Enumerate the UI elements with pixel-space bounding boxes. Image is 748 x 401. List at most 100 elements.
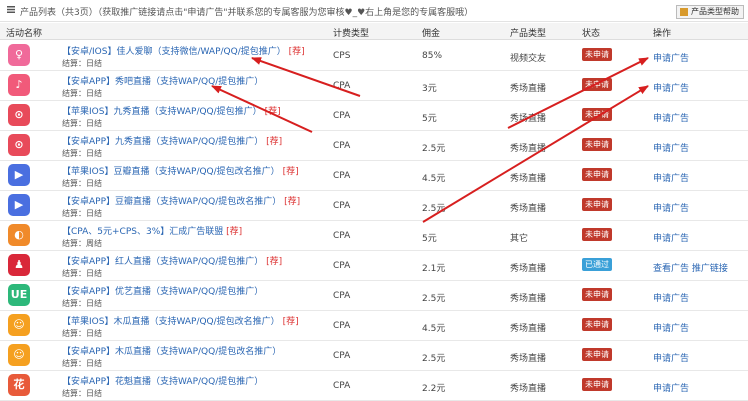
- apply-ad-link[interactable]: 申请广告: [653, 201, 689, 214]
- product-name-link[interactable]: 【安卓APP】豆瓣直播（支持WAP/QQ/提包改名推广） [荐]: [62, 194, 300, 207]
- apply-ad-link[interactable]: 查看广告 推广链接: [653, 261, 728, 274]
- status-badge: 未申请: [582, 378, 612, 391]
- help-icon: [680, 8, 688, 16]
- apply-ad-link[interactable]: 申请广告: [653, 351, 689, 364]
- apply-ad-link[interactable]: 申请广告: [653, 231, 689, 244]
- product-name-link[interactable]: 【安卓APP】木瓜直播（支持WAP/QQ/提包改名推广）: [62, 344, 281, 357]
- commission: 5元: [422, 114, 437, 124]
- product-name-link[interactable]: 【安卓APP】九秀直播（支持WAP/QQ/提包推广） [荐]: [62, 134, 282, 147]
- product-name-link[interactable]: 【苹果IOS】木瓜直播（支持WAP/QQ/提包改名推广） [荐]: [62, 314, 299, 327]
- product-name[interactable]: 【安卓APP】优艺直播（支持WAP/QQ/提包推广）: [62, 287, 263, 297]
- table-row: ▶ 【苹果IOS】豆瓣直播（支持WAP/QQ/提包改名推广） [荐] 结算：日结 CP…: [0, 161, 748, 191]
- apply-ad-link[interactable]: 申请广告: [653, 381, 689, 394]
- table-row: UE 【安卓APP】优艺直播（支持WAP/QQ/提包推广） 结算：日结 CPA 2.5…: [0, 281, 748, 311]
- product-name[interactable]: 【安卓APP】秀吧直播（支持WAP/QQ/提包推广）: [62, 77, 263, 87]
- product-type: 秀场直播: [510, 84, 547, 94]
- product-type: 秀场直播: [510, 204, 547, 214]
- orange-swirl-icon: ◐: [8, 224, 30, 246]
- orange-face-icon: ☺: [8, 314, 30, 336]
- apply-ad-link[interactable]: 申请广告: [653, 171, 689, 184]
- status-badge: 未申请: [582, 108, 612, 121]
- commission: 2.5元: [422, 144, 446, 154]
- product-name[interactable]: 【安卓APP】木瓜直播（支持WAP/QQ/提包改名推广）: [62, 347, 281, 357]
- recommend-tag: [荐]: [282, 167, 299, 177]
- commission: 2.5元: [422, 354, 446, 364]
- billing-type: CPA: [333, 111, 351, 121]
- list-icon: [7, 6, 15, 13]
- product-name-link[interactable]: 【安卓APP】红人直播（支持WAP/QQ/提包推广） [荐]: [62, 254, 282, 267]
- settlement-text: 结算：日结: [62, 269, 102, 278]
- red-pin-icon: ⊙: [8, 104, 30, 126]
- product-name-link[interactable]: 【CPA、5元+CPS、3%】汇成广告联盟 [荐]: [62, 224, 242, 237]
- product-name-link[interactable]: 【苹果IOS】豆瓣直播（支持WAP/QQ/提包改名推广） [荐]: [62, 164, 299, 177]
- table-row: ⊙ 【苹果IOS】九秀直播（支持WAP/QQ/提包推广） [荐] 结算：日结 CPA 5…: [0, 101, 748, 131]
- commission: 2.5元: [422, 204, 446, 214]
- table-header: 活动名称 计费类型 佣金 产品类型 状态 操作: [0, 23, 748, 40]
- col-billing: 计费类型: [333, 29, 370, 39]
- billing-type: CPA: [333, 351, 351, 361]
- status-badge: 未申请: [582, 228, 612, 241]
- product-name[interactable]: 【安卓APP】红人直播（支持WAP/QQ/提包推广）: [62, 257, 263, 267]
- settlement-text: 结算：日结: [62, 119, 102, 128]
- apply-ad-link[interactable]: 申请广告: [653, 291, 689, 304]
- product-name[interactable]: 【安卓APP】豆瓣直播（支持WAP/QQ/提包改名推广）: [62, 197, 281, 207]
- col-action: 操作: [653, 29, 672, 39]
- status-badge: 未申请: [582, 168, 612, 181]
- product-type: 视频交友: [510, 54, 547, 64]
- billing-type: CPA: [333, 201, 351, 211]
- settlement-text: 结算：日结: [62, 179, 102, 188]
- title-instructions: （获取推广链接请点击"申请广告"并联系您的专属客服为您审核: [97, 8, 345, 18]
- table-row: ☺ 【苹果IOS】木瓜直播（支持WAP/QQ/提包改名推广） [荐] 结算：日结 CP…: [0, 311, 748, 341]
- page-title: 产品列表（共3页）（获取推广链接请点击"申请广告"并联系您的专属客服为您审核♥_…: [20, 5, 473, 18]
- col-commission: 佣金: [422, 29, 441, 39]
- pink-anchor-icon: ♪: [8, 74, 30, 96]
- product-type: 秀场直播: [510, 384, 547, 394]
- status-badge: 已通过: [582, 258, 612, 271]
- huadong-logo-icon: 花: [8, 374, 30, 396]
- billing-type: CPA: [333, 141, 351, 151]
- product-name[interactable]: 【苹果IOS】九秀直播（支持WAP/QQ/提包推广）: [62, 107, 262, 117]
- recommend-tag: [荐]: [264, 107, 281, 117]
- table-row: ⊙ 【安卓APP】九秀直播（支持WAP/QQ/提包推广） [荐] 结算：日结 CPA 2…: [0, 131, 748, 161]
- billing-type: CPA: [333, 171, 351, 181]
- product-name-link[interactable]: 【安卓APP】优艺直播（支持WAP/QQ/提包推广）: [62, 284, 263, 297]
- settlement-text: 结算：日结: [62, 59, 102, 68]
- recommend-tag: [荐]: [266, 257, 283, 267]
- status-badge: 未申请: [582, 318, 612, 331]
- settlement-text: 结算：周结: [62, 239, 102, 248]
- product-type: 秀场直播: [510, 264, 547, 274]
- recommend-tag: [荐]: [284, 197, 301, 207]
- product-type: 秀场直播: [510, 354, 547, 364]
- settlement-text: 结算：日结: [62, 299, 102, 308]
- settlement-text: 结算：日结: [62, 89, 102, 98]
- product-name[interactable]: 【苹果IOS】豆瓣直播（支持WAP/QQ/提包改名推广）: [62, 167, 280, 177]
- billing-type: CPS: [333, 51, 351, 61]
- product-name-link[interactable]: 【安卓/IOS】佳人爱聊（支持微信/WAP/QQ/提包推广） [荐]: [62, 44, 305, 57]
- commission: 4.5元: [422, 174, 446, 184]
- product-name-link[interactable]: 【安卓APP】花魁直播（支持WAP/QQ/提包推广）: [62, 374, 263, 387]
- apply-ad-link[interactable]: 申请广告: [653, 51, 689, 64]
- apply-ad-link[interactable]: 申请广告: [653, 81, 689, 94]
- product-name[interactable]: 【安卓/IOS】佳人爱聊（支持微信/WAP/QQ/提包推广）: [62, 47, 286, 57]
- product-name-link[interactable]: 【苹果IOS】九秀直播（支持WAP/QQ/提包推广） [荐]: [62, 104, 281, 117]
- commission: 2.2元: [422, 384, 446, 394]
- product-name[interactable]: 【安卓APP】花魁直播（支持WAP/QQ/提包推广）: [62, 377, 263, 387]
- table-row: ♟ 【安卓APP】红人直播（支持WAP/QQ/提包推广） [荐] 结算：日结 CPA 2…: [0, 251, 748, 281]
- help-button-label: 产品类型帮助: [691, 7, 739, 16]
- product-name-link[interactable]: 【安卓APP】秀吧直播（支持WAP/QQ/提包推广）: [62, 74, 263, 87]
- product-name[interactable]: 【CPA、5元+CPS、3%】汇成广告联盟: [62, 227, 223, 237]
- product-name[interactable]: 【安卓APP】九秀直播（支持WAP/QQ/提包推广）: [62, 137, 263, 147]
- commission: 5元: [422, 234, 437, 244]
- status-badge: 未申请: [582, 348, 612, 361]
- apply-ad-link[interactable]: 申请广告: [653, 321, 689, 334]
- product-type-help-button[interactable]: 产品类型帮助: [676, 5, 744, 19]
- product-name[interactable]: 【苹果IOS】木瓜直播（支持WAP/QQ/提包改名推广）: [62, 317, 280, 327]
- apply-ad-link[interactable]: 申请广告: [653, 141, 689, 154]
- billing-type: CPA: [333, 261, 351, 271]
- apply-ad-link[interactable]: 申请广告: [653, 111, 689, 124]
- commission: 2.1元: [422, 264, 446, 274]
- settlement-text: 结算：日结: [62, 329, 102, 338]
- recommend-tag: [荐]: [288, 47, 305, 57]
- commission: 2.5元: [422, 294, 446, 304]
- product-type: 其它: [510, 234, 529, 244]
